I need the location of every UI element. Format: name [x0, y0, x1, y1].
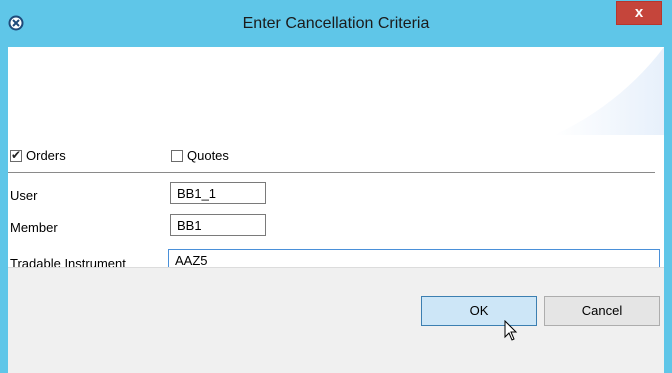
member-field[interactable] [170, 214, 266, 236]
member-label: Member [10, 220, 58, 235]
orders-checkbox[interactable]: Orders [10, 148, 66, 163]
orders-label: Orders [26, 148, 66, 163]
mouse-pointer-icon [504, 320, 518, 341]
banner [8, 47, 664, 135]
button-bar: OK Cancel [8, 267, 664, 373]
window-title: Enter Cancellation Criteria [242, 15, 430, 32]
filter-row: Orders Quotes [8, 148, 664, 170]
banner-swoosh [554, 47, 664, 135]
quotes-label: Quotes [187, 148, 229, 163]
title-bar[interactable]: Enter Cancellation Criteria x [0, 0, 672, 47]
quotes-checkbox[interactable]: Quotes [171, 148, 229, 163]
dialog-window: Enter Cancellation Criteria x Orders [0, 0, 672, 373]
close-button[interactable]: x [616, 1, 662, 25]
quotes-checkbox-box[interactable] [171, 149, 183, 162]
cancel-button[interactable]: Cancel [544, 296, 660, 326]
dialog-body: Orders Quotes User Member Tradable Instr… [8, 47, 664, 373]
section-divider [8, 172, 655, 173]
ok-button[interactable]: OK [421, 296, 537, 326]
user-label: User [10, 188, 38, 203]
user-field[interactable] [170, 182, 266, 204]
orders-checkbox-box[interactable] [10, 148, 22, 162]
